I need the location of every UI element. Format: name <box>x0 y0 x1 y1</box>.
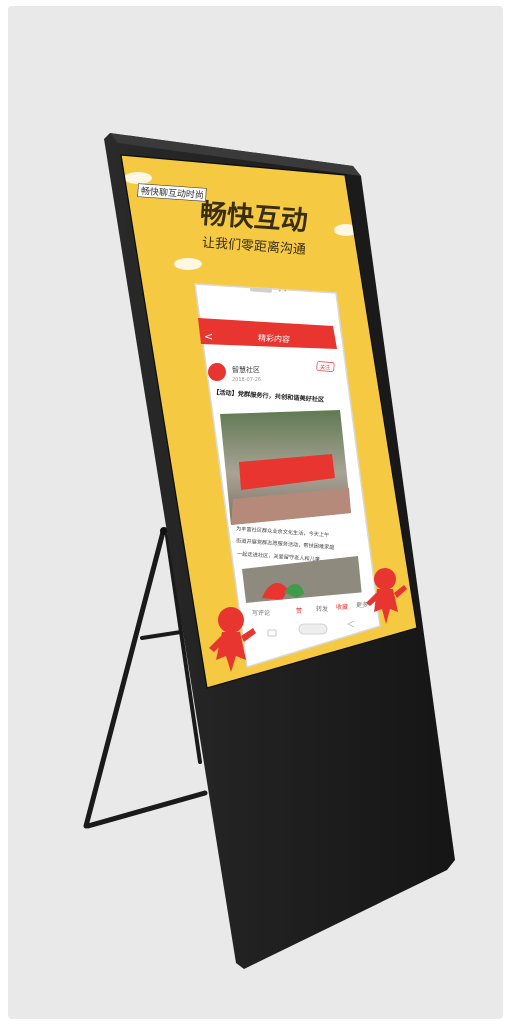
account-meta: 2018-07-26 <box>232 377 261 383</box>
action-fav[interactable]: 收藏 <box>336 603 348 611</box>
kiosk-scene: 畅快聊互动时尚 畅快互动 让我们零距离沟通 • • < 精彩内容 智慧社区 20… <box>8 6 503 1019</box>
phone-speaker-dots: • • <box>278 288 287 295</box>
comment-input[interactable]: 写评论 <box>252 609 270 617</box>
app-header-title: 精彩内容 <box>258 332 290 344</box>
action-more[interactable]: 更多 <box>356 601 368 609</box>
account-name: 智慧社区 <box>232 365 260 374</box>
home-button[interactable] <box>298 623 328 635</box>
action-share[interactable]: 转发 <box>316 605 328 613</box>
back-button[interactable]: < <box>204 330 213 343</box>
action-like[interactable]: 赞 <box>296 607 302 615</box>
follow-label: 关注 <box>320 364 330 371</box>
account-avatar <box>208 363 226 381</box>
